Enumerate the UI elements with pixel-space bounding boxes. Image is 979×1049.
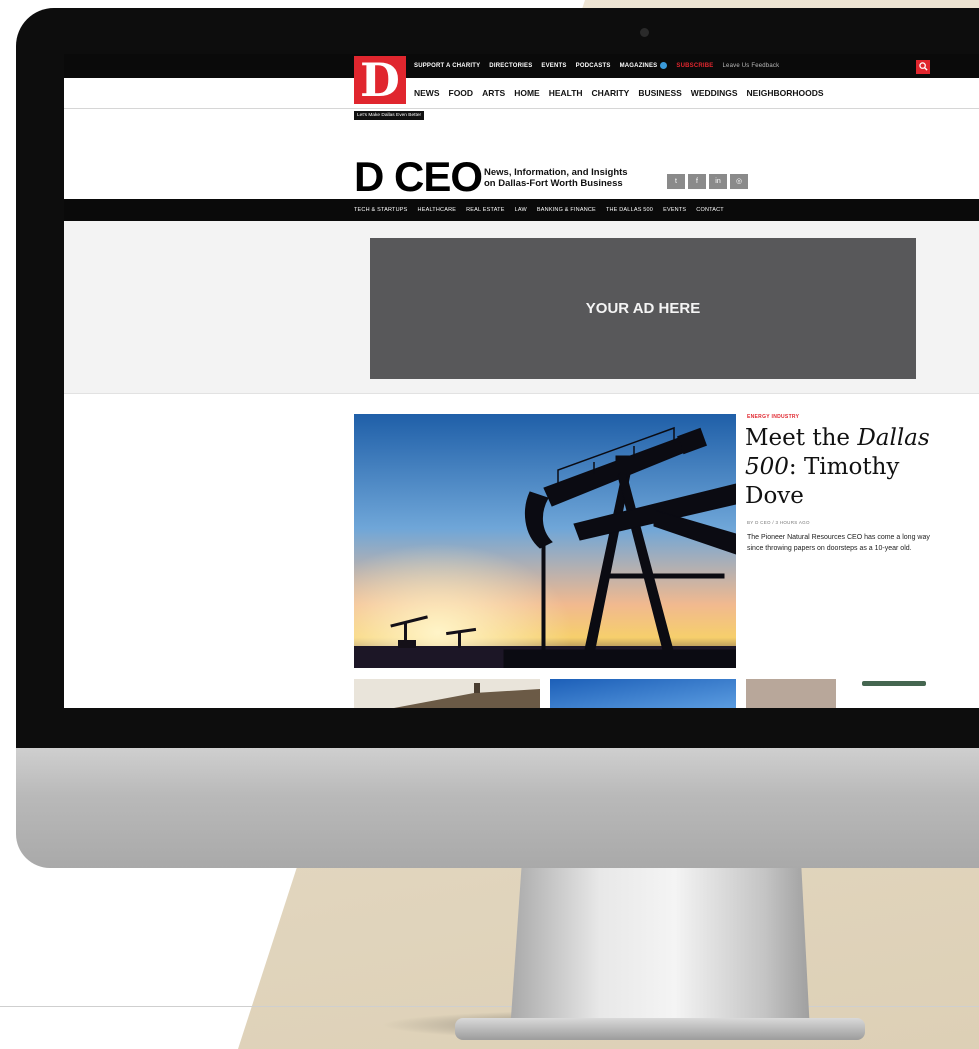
floor-line <box>0 1006 979 1007</box>
nav-charity[interactable]: CHARITY <box>592 88 630 98</box>
dceo-logo[interactable]: D CEO <box>354 156 483 198</box>
nav-arts[interactable]: ARTS <box>482 88 505 98</box>
nav-health[interactable]: HEALTH <box>549 88 583 98</box>
section-healthcare[interactable]: HEALTHCARE <box>418 207 457 213</box>
site-tagline: Let's Make Dallas Even Better <box>354 111 425 120</box>
magazine-badge-icon <box>660 62 668 70</box>
social-icons: t f in ◎ <box>667 174 748 189</box>
section-tech-startups[interactable]: TECH & STARTUPS <box>354 207 408 213</box>
headline-part-1: Meet the <box>745 425 858 451</box>
search-icon <box>918 62 928 71</box>
ad-banner[interactable]: YOUR AD HERE <box>370 238 916 379</box>
top-link-events[interactable]: EVENTS <box>541 63 566 69</box>
magazines-label: MAGAZINES <box>619 63 658 70</box>
article-headline[interactable]: Meet the Dallas 500: Timothy Dove <box>745 424 950 511</box>
section-law[interactable]: LAW <box>515 207 527 213</box>
subscribe-link[interactable]: SUBSCRIBE <box>676 63 713 69</box>
section-nav: TECH & STARTUPS HEALTHCARE REAL ESTATE L… <box>354 199 724 221</box>
article-byline: BY D CEO / 3 HOURS AGO <box>747 520 810 525</box>
section-dallas-500[interactable]: THE DALLAS 500 <box>606 207 653 213</box>
monitor-stand-foot <box>455 1018 865 1040</box>
top-link-support-charity[interactable]: SUPPORT A CHARITY <box>414 63 480 69</box>
nav-neighborhoods[interactable]: NEIGHBORHOODS <box>747 88 824 98</box>
top-link-podcasts[interactable]: PODCASTS <box>576 63 611 69</box>
camera-icon <box>640 28 649 37</box>
monitor-screen: SUPPORT A CHARITY DIRECTORIES EVENTS POD… <box>64 54 979 708</box>
nav-food[interactable]: FOOD <box>449 88 474 98</box>
twitter-icon[interactable]: t <box>667 174 685 189</box>
top-link-directories[interactable]: DIRECTORIES <box>489 63 532 69</box>
nav-weddings[interactable]: WEDDINGS <box>691 88 738 98</box>
dceo-tagline-line2: on Dallas-Fort Worth Business <box>484 178 623 189</box>
d-magazine-logo[interactable]: D <box>354 56 406 104</box>
section-events[interactable]: EVENTS <box>663 207 686 213</box>
nav-news[interactable]: NEWS <box>414 88 440 98</box>
monitor-chin <box>16 748 979 868</box>
nav-business[interactable]: BUSINESS <box>638 88 681 98</box>
nav-home[interactable]: HOME <box>514 88 540 98</box>
thumbnail-image-1[interactable] <box>354 679 540 708</box>
instagram-icon[interactable]: ◎ <box>730 174 748 189</box>
facebook-icon[interactable]: f <box>688 174 706 189</box>
main-nav: NEWS FOOD ARTS HOME HEALTH CHARITY BUSIN… <box>414 78 824 108</box>
top-utility-links: SUPPORT A CHARITY DIRECTORIES EVENTS POD… <box>414 54 779 78</box>
thumbnail-image-2[interactable] <box>550 679 736 708</box>
feature-image-oil-pumpjacks[interactable] <box>354 414 736 668</box>
article-dek: The Pioneer Natural Resources CEO has co… <box>747 534 930 552</box>
product-mockup-scene: SUPPORT A CHARITY DIRECTORIES EVENTS POD… <box>0 0 979 1049</box>
search-button[interactable] <box>916 60 930 74</box>
dceo-tagline-line1: News, Information, and Insights <box>484 167 628 178</box>
article-kicker[interactable]: ENERGY INDUSTRY <box>747 414 799 420</box>
linkedin-icon[interactable]: in <box>709 174 727 189</box>
top-link-magazines[interactable]: MAGAZINES <box>619 62 668 70</box>
monitor-stand <box>510 860 810 1032</box>
feedback-link[interactable]: Leave Us Feedback <box>723 63 780 69</box>
section-contact[interactable]: CONTACT <box>696 207 724 213</box>
section-real-estate[interactable]: REAL ESTATE <box>466 207 504 213</box>
dceo-tagline: News, Information, and Insights on Dalla… <box>484 167 654 189</box>
thumbnail-image-3[interactable] <box>746 679 932 708</box>
section-banking-finance[interactable]: BANKING & FINANCE <box>537 207 596 213</box>
ad-label: YOUR AD HERE <box>585 300 701 317</box>
